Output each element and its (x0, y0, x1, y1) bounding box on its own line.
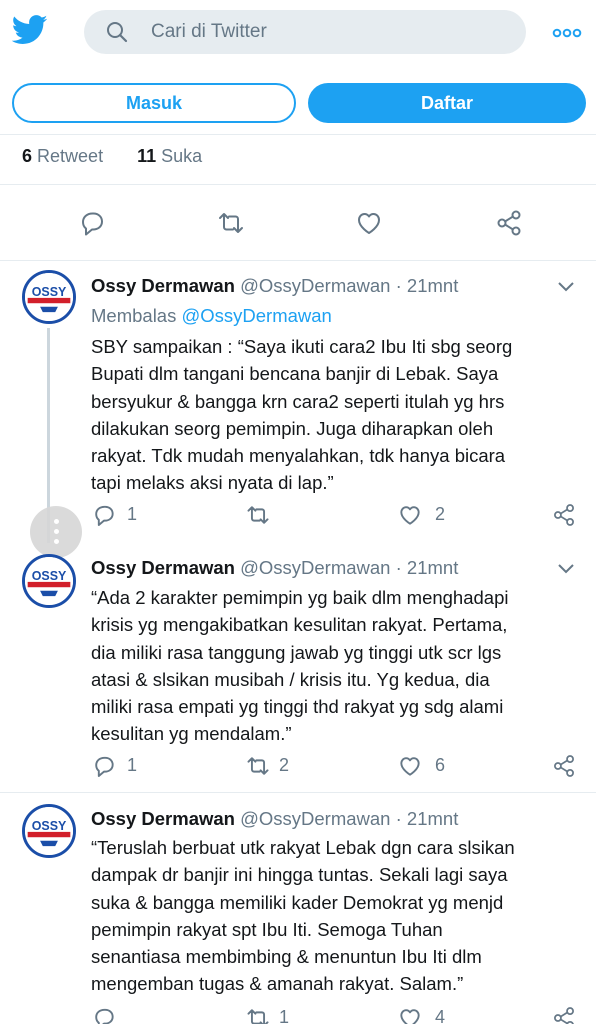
reply-icon[interactable] (91, 502, 117, 528)
author-handle[interactable]: @OssyDermawan (240, 808, 390, 829)
tweet-actions: 1 4 (91, 1005, 581, 1024)
signup-button[interactable]: Daftar (308, 83, 586, 123)
author-handle[interactable]: @OssyDermawan (240, 275, 390, 296)
retweet-count: 2 (279, 755, 290, 775)
reply-icon[interactable] (91, 1005, 117, 1024)
like-icon[interactable] (397, 753, 423, 779)
like-count: 2 (435, 504, 446, 524)
reply-count: 1 (127, 755, 138, 775)
avatar[interactable]: OSSY (22, 554, 76, 608)
author-name[interactable]: Ossy Dermawan (91, 808, 235, 829)
author-handle[interactable]: @OssyDermawan (240, 557, 390, 578)
author-name[interactable]: Ossy Dermawan (91, 275, 235, 296)
divider (0, 134, 596, 135)
like-icon[interactable] (397, 1005, 423, 1024)
avatar-label: OSSY (32, 285, 67, 299)
tweet-actions: 1 2 (91, 502, 581, 530)
twitter-bird-icon[interactable] (12, 14, 48, 46)
reply-icon[interactable] (77, 208, 107, 238)
retweet-icon[interactable] (245, 1005, 271, 1024)
like-count: 6 (435, 755, 446, 775)
share-icon[interactable] (494, 208, 524, 238)
top-bar: Cari di Twitter (0, 0, 596, 66)
share-icon[interactable] (551, 1005, 577, 1024)
main-tweet-actions (0, 208, 596, 244)
avatar[interactable]: OSSY (22, 270, 76, 324)
retweet-count: 1 (279, 1007, 290, 1024)
retweet-icon[interactable] (245, 753, 271, 779)
search-icon (107, 22, 128, 43)
search-input[interactable]: Cari di Twitter (84, 10, 526, 54)
search-placeholder: Cari di Twitter (151, 21, 267, 42)
like-stat[interactable]: 11 Suka (137, 146, 202, 166)
chevron-down-icon[interactable] (557, 562, 575, 574)
like-count: 4 (435, 1007, 446, 1024)
divider (0, 184, 596, 185)
tweet-actions: 1 2 6 (91, 753, 581, 781)
tweet-time[interactable]: · 21mnt (396, 808, 459, 829)
author-name[interactable]: Ossy Dermawan (91, 557, 235, 578)
avatar[interactable]: OSSY (22, 804, 76, 858)
share-icon[interactable] (551, 753, 577, 779)
tweet-header: Ossy Dermawan @OssyDermawan · 21mnt (91, 808, 458, 830)
tweet-text: SBY sampaikan : “Saya ikuti cara2 Ibu It… (91, 336, 513, 494)
tweet-time[interactable]: · 21mnt (396, 275, 459, 296)
more-options-icon[interactable] (552, 28, 582, 38)
tweet-text: “Ada 2 karakter pemimpin yg baik dlm men… (91, 587, 509, 745)
share-icon[interactable] (551, 502, 577, 528)
tweet-header: Ossy Dermawan @OssyDermawan · 21mnt (91, 557, 458, 579)
like-icon[interactable] (354, 208, 384, 238)
retweet-icon[interactable] (216, 208, 246, 238)
reply-icon[interactable] (91, 753, 117, 779)
login-button[interactable]: Masuk (12, 83, 296, 123)
reply-context: Membalas @OssyDermawan (91, 305, 332, 326)
chevron-down-icon[interactable] (557, 280, 575, 292)
tweet-text: “Teruslah berbuat utk rakyat Lebak dgn c… (91, 837, 515, 995)
tweet-header: Ossy Dermawan @OssyDermawan · 21mnt (91, 275, 458, 297)
divider (0, 260, 596, 261)
tweet-time[interactable]: · 21mnt (396, 557, 459, 578)
like-icon[interactable] (397, 502, 423, 528)
divider (0, 792, 596, 793)
avatar-label: OSSY (32, 819, 67, 833)
retweet-icon[interactable] (245, 502, 271, 528)
tweet-stats: 6 Retweet 11 Suka (22, 146, 202, 167)
avatar-label: OSSY (32, 569, 67, 583)
floating-menu-button[interactable] (30, 506, 82, 558)
retweet-stat[interactable]: 6 Retweet (22, 146, 103, 166)
mention-link[interactable]: @OssyDermawan (181, 305, 331, 326)
reply-count: 1 (127, 504, 138, 524)
